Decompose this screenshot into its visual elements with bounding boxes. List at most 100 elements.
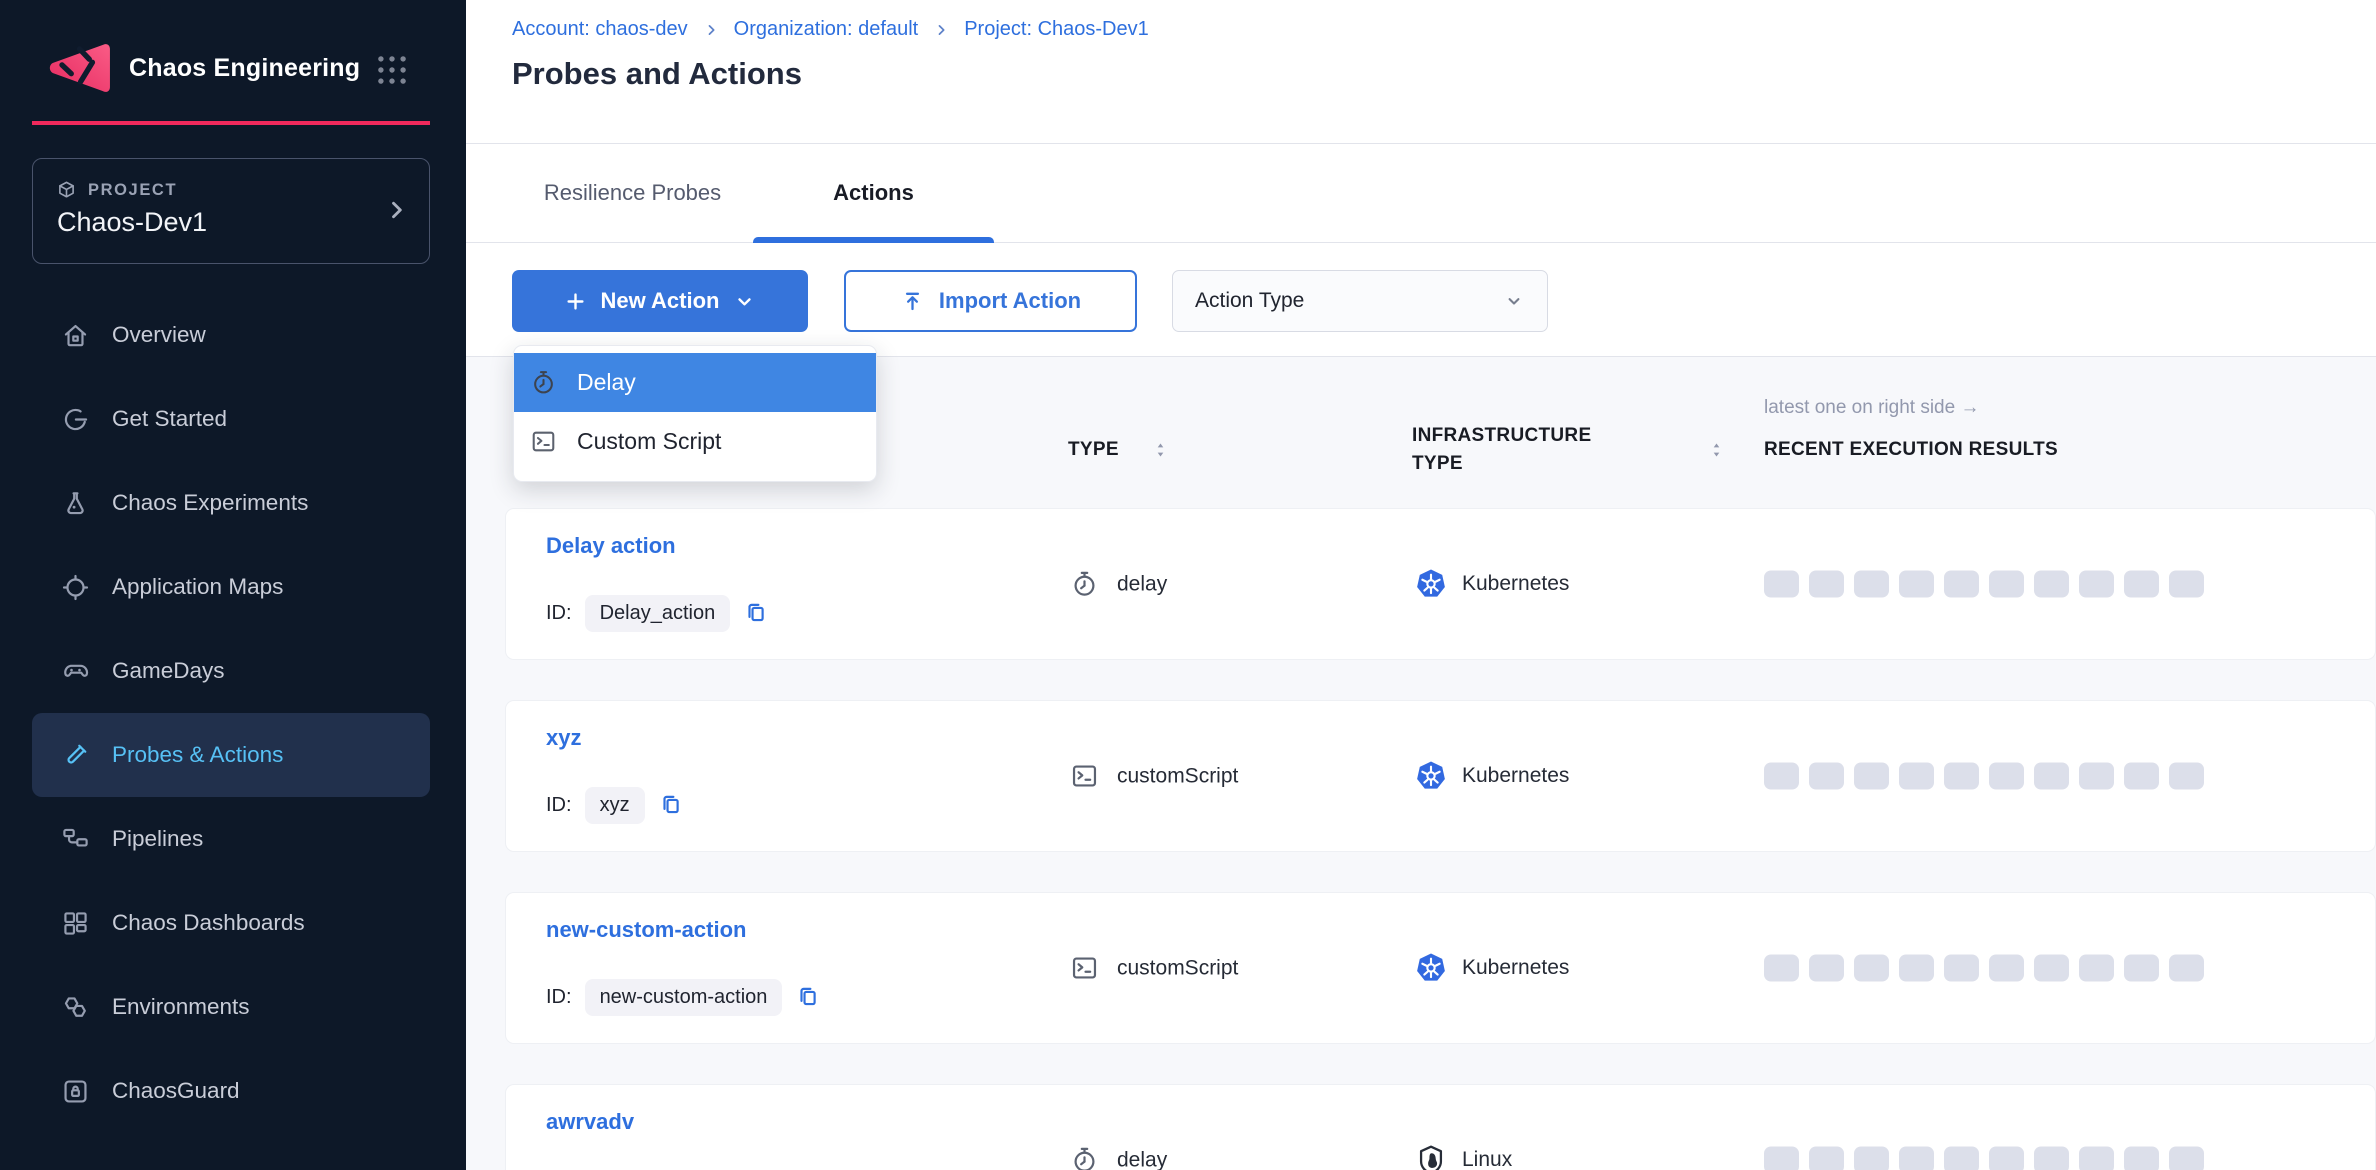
sidebar-item-pipelines[interactable]: Pipelines xyxy=(32,797,430,881)
project-selector[interactable]: PROJECT Chaos-Dev1 xyxy=(32,158,430,264)
infrastructure-cell: Kubernetes xyxy=(1414,951,1569,985)
hexagons-icon xyxy=(60,992,91,1023)
new-action-button[interactable]: New Action xyxy=(512,270,808,332)
action-name-link[interactable]: xyz xyxy=(546,725,581,751)
execution-result-placeholder xyxy=(1899,571,1934,598)
recent-execution-results xyxy=(1764,763,2204,790)
recent-execution-results xyxy=(1764,955,2204,982)
sidebar-item-chaos-dashboards[interactable]: Chaos Dashboards xyxy=(32,881,430,965)
action-row-new-custom-action: new-custom-actionID:new-custom-actioncus… xyxy=(505,892,2376,1044)
execution-result-placeholder xyxy=(2034,955,2069,982)
execution-result-placeholder xyxy=(2079,955,2114,982)
module-switcher-grid-icon[interactable] xyxy=(374,52,410,88)
execution-result-placeholder xyxy=(1764,1147,1799,1170)
sidebar-item-chaos-experiments[interactable]: Chaos Experiments xyxy=(32,461,430,545)
menu-item-custom-script[interactable]: Custom Script xyxy=(514,412,876,471)
tab-actions[interactable]: Actions xyxy=(753,144,994,242)
sidebar-item-environments[interactable]: Environments xyxy=(32,965,430,1049)
sort-icon[interactable] xyxy=(1150,440,1171,461)
new-action-menu: DelayCustom Script xyxy=(513,345,877,482)
plus-icon xyxy=(563,289,588,314)
tab-resilience-probes[interactable]: Resilience Probes xyxy=(512,144,753,242)
execution-result-placeholder xyxy=(2124,763,2159,790)
execution-result-placeholder xyxy=(1944,571,1979,598)
id-label: ID: xyxy=(546,794,572,817)
kubernetes-icon xyxy=(1414,759,1448,793)
column-header-infrastructure-type[interactable]: INFRASTRUCTURE TYPE xyxy=(1412,422,1632,478)
execution-result-placeholder xyxy=(1764,955,1799,982)
execution-result-placeholder xyxy=(2169,955,2204,982)
action-rows: Delay action ID: Delay_actiondelay Kubernet… xyxy=(505,508,2376,1170)
type-cell: customScript xyxy=(1069,953,1238,984)
results-order-hint: latest one on right side → xyxy=(1764,397,1979,419)
id-value: xyz xyxy=(585,787,645,824)
terminal-icon xyxy=(1069,761,1100,792)
recent-execution-results xyxy=(1764,1147,2204,1170)
execution-result-placeholder xyxy=(1944,1147,1979,1170)
project-label: PROJECT xyxy=(88,181,177,200)
action-id: ID: xyz xyxy=(546,783,684,827)
execution-result-placeholder xyxy=(1944,763,1979,790)
brand: Chaos Engineering xyxy=(46,34,360,102)
gamepad-icon xyxy=(60,656,91,687)
execution-result-placeholder xyxy=(2124,571,2159,598)
menu-item-delay[interactable]: Delay xyxy=(514,353,876,412)
id-value: Delay_action xyxy=(585,595,731,632)
app-title: Chaos Engineering xyxy=(129,54,360,83)
chevron-down-icon xyxy=(732,289,757,314)
id-value: new-custom-action xyxy=(585,979,783,1016)
toolbar: New Action Import Action Action Type xyxy=(466,244,2376,357)
pipeline-icon xyxy=(60,824,91,855)
type-cell: delay xyxy=(1069,1145,1167,1170)
action-row-awrvadv: awrvadv delay Linux xyxy=(505,1084,2376,1170)
id-label: ID: xyxy=(546,602,572,625)
action-type-select[interactable]: Action Type xyxy=(1172,270,1548,332)
action-type-select-value: Action Type xyxy=(1195,289,1304,313)
execution-result-placeholder xyxy=(1809,571,1844,598)
copy-icon[interactable] xyxy=(743,600,769,626)
sidebar-item-probes-actions[interactable]: Probes & Actions xyxy=(32,713,430,797)
recent-execution-results xyxy=(1764,571,2204,598)
execution-result-placeholder xyxy=(1989,571,2024,598)
breadcrumb: Account: chaos-dev Organization: default P… xyxy=(512,18,1149,41)
sidebar-item-gamedays[interactable]: GameDays xyxy=(32,629,430,713)
action-name-link[interactable]: Delay action xyxy=(546,533,676,559)
execution-result-placeholder xyxy=(1764,763,1799,790)
copy-icon[interactable] xyxy=(658,792,684,818)
sidebar-item-get-started[interactable]: Get Started xyxy=(32,377,430,461)
execution-result-placeholder xyxy=(1854,571,1889,598)
execution-result-placeholder xyxy=(2079,763,2114,790)
upload-icon xyxy=(900,289,925,314)
action-name-link[interactable]: new-custom-action xyxy=(546,917,746,943)
infrastructure-cell: Linux xyxy=(1414,1143,1512,1170)
chevron-right-icon xyxy=(933,22,949,38)
execution-result-placeholder xyxy=(1899,955,1934,982)
sidebar-item-chaosguard[interactable]: ChaosGuard xyxy=(32,1049,430,1133)
execution-result-placeholder xyxy=(1809,955,1844,982)
action-name-link[interactable]: awrvadv xyxy=(546,1109,634,1135)
sidebar-nav: OverviewGet StartedChaos ExperimentsAppl… xyxy=(32,293,430,1133)
execution-result-placeholder xyxy=(1989,1147,2024,1170)
sort-icon[interactable] xyxy=(1706,440,1727,461)
copy-icon[interactable] xyxy=(795,984,821,1010)
harness-chaos-logo-icon xyxy=(46,35,112,101)
breadcrumb-link-3[interactable]: Project: Chaos-Dev1 xyxy=(964,18,1149,41)
column-header-recent-execution-results: RECENT EXECUTION RESULTS xyxy=(1764,439,2058,461)
chevron-right-icon xyxy=(383,197,409,223)
execution-result-placeholder xyxy=(1854,955,1889,982)
sidebar-item-overview[interactable]: Overview xyxy=(32,293,430,377)
execution-result-placeholder xyxy=(2034,1147,2069,1170)
execution-result-placeholder xyxy=(2124,955,2159,982)
infrastructure-cell: Kubernetes xyxy=(1414,759,1569,793)
breadcrumb-link-1[interactable]: Account: chaos-dev xyxy=(512,18,688,41)
execution-result-placeholder xyxy=(1899,763,1934,790)
kubernetes-icon xyxy=(1414,567,1448,601)
getting-started-icon xyxy=(60,404,91,435)
execution-result-placeholder xyxy=(1854,1147,1889,1170)
column-header-type[interactable]: TYPE xyxy=(1068,439,1119,461)
breadcrumb-link-2[interactable]: Organization: default xyxy=(734,18,919,41)
execution-result-placeholder xyxy=(1989,955,2024,982)
import-action-button[interactable]: Import Action xyxy=(844,270,1137,332)
execution-result-placeholder xyxy=(1989,763,2024,790)
sidebar-item-application-maps[interactable]: Application Maps xyxy=(32,545,430,629)
